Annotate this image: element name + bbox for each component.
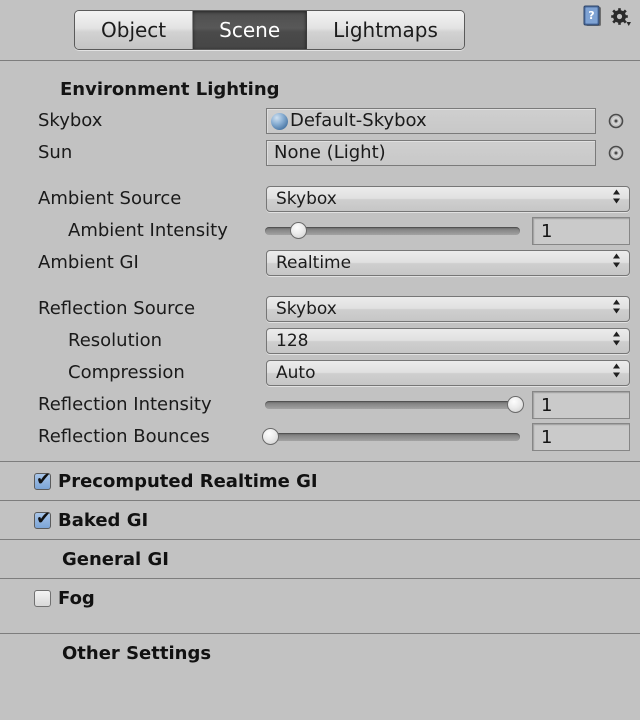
tab-object[interactable]: Object (75, 11, 194, 49)
chevron-updown-icon (612, 189, 621, 210)
ambient-intensity-value-field[interactable]: 1 (532, 217, 630, 245)
lighting-window-toolbar: Object Scene Lightmaps ? (0, 0, 640, 60)
ambient-intensity-value: 1 (541, 220, 553, 242)
resolution-dropdown[interactable]: 128 (266, 328, 630, 354)
spacer-after-fog (0, 617, 640, 633)
skybox-object-field[interactable]: Default-Skybox (266, 108, 596, 134)
precomputed-realtime-gi-label: Precomputed Realtime GI (58, 470, 318, 492)
row-reflection-intensity: Reflection Intensity 1 (0, 389, 640, 421)
help-book-icon[interactable]: ? (582, 5, 604, 33)
row-skybox: Skybox Default-Skybox (0, 105, 640, 137)
row-reflection-bounces: Reflection Bounces 1 (0, 421, 640, 453)
ambient-source-dropdown[interactable]: Skybox (266, 186, 630, 212)
other-settings-label: Other Settings (62, 642, 212, 664)
sun-value: None (Light) (274, 142, 386, 163)
ambient-source-value: Skybox (276, 189, 337, 209)
ambient-gi-dropdown[interactable]: Realtime (266, 250, 630, 276)
precomputed-realtime-gi-checkbox[interactable]: ✔ (34, 468, 52, 490)
spacer-top (0, 61, 640, 75)
compression-label: Compression (68, 362, 185, 383)
baked-gi-checkbox[interactable]: ✔ (34, 507, 52, 529)
ambient-source-label: Ambient Source (38, 188, 182, 209)
environment-lighting-panel: Environment Lighting Skybox Default-Skyb… (0, 61, 640, 461)
ambient-gi-value: Realtime (276, 253, 352, 273)
row-resolution: Resolution 128 (0, 325, 640, 357)
chevron-updown-icon (612, 299, 621, 320)
skybox-label: Skybox (38, 110, 103, 131)
sun-object-field[interactable]: None (Light) (266, 140, 596, 166)
spacer-after-sun (0, 169, 640, 183)
mode-tab-group[interactable]: Object Scene Lightmaps (74, 10, 465, 50)
material-sphere-icon (271, 112, 288, 130)
chevron-updown-icon (612, 253, 621, 274)
slider-thumb[interactable] (290, 222, 308, 239)
resolution-label: Resolution (68, 330, 163, 351)
environment-lighting-header[interactable]: Environment Lighting (0, 75, 640, 105)
reflection-source-value: Skybox (276, 299, 337, 319)
chevron-updown-icon (612, 363, 621, 384)
row-compression: Compression Auto (0, 357, 640, 389)
resolution-value: 128 (276, 331, 309, 351)
reflection-bounces-value: 1 (541, 426, 553, 448)
row-ambient-gi: Ambient GI Realtime (0, 247, 640, 279)
chevron-updown-icon (612, 331, 621, 352)
reflection-source-dropdown[interactable]: Skybox (266, 296, 630, 322)
spacer-before-sections (0, 453, 640, 461)
toolbar-icon-group: ? (582, 5, 632, 33)
gear-dropdown-icon[interactable] (610, 7, 632, 33)
reflection-bounces-slider[interactable] (262, 428, 520, 445)
reflection-intensity-value-field[interactable]: 1 (532, 391, 630, 419)
tab-scene[interactable]: Scene (193, 11, 308, 49)
reflection-intensity-value: 1 (541, 394, 553, 416)
compression-dropdown[interactable]: Auto (266, 360, 630, 386)
baked-gi-label: Baked GI (58, 509, 149, 531)
checkmark-icon: ✔ (36, 507, 52, 529)
general-gi-label: General GI (62, 548, 169, 570)
section-baked-gi[interactable]: ✔ Baked GI (0, 501, 640, 539)
sun-object-picker-icon[interactable] (608, 145, 624, 165)
reflection-bounces-value-field[interactable]: 1 (532, 423, 630, 451)
row-reflection-source: Reflection Source Skybox (0, 293, 640, 325)
ambient-gi-label: Ambient GI (38, 252, 139, 273)
section-precomputed-realtime-gi[interactable]: ✔ Precomputed Realtime GI (0, 462, 640, 500)
row-ambient-source: Ambient Source Skybox (0, 183, 640, 215)
section-other-settings[interactable]: Other Settings (0, 634, 640, 672)
ambient-intensity-slider[interactable] (265, 222, 520, 239)
ambient-intensity-label: Ambient Intensity (68, 220, 228, 241)
sun-label: Sun (38, 142, 73, 163)
section-fog[interactable]: Fog (0, 579, 640, 617)
slider-track[interactable] (265, 401, 520, 409)
reflection-intensity-label: Reflection Intensity (38, 394, 212, 415)
svg-text:?: ? (588, 9, 594, 22)
slider-thumb[interactable] (262, 428, 280, 445)
slider-track[interactable] (265, 433, 520, 441)
compression-value: Auto (276, 363, 316, 383)
section-general-gi[interactable]: General GI (0, 540, 640, 578)
tab-lightmaps[interactable]: Lightmaps (307, 11, 464, 49)
skybox-object-picker-icon[interactable] (608, 113, 624, 133)
reflection-source-label: Reflection Source (38, 298, 196, 319)
row-ambient-intensity: Ambient Intensity 1 (0, 215, 640, 247)
fog-checkbox[interactable] (34, 589, 51, 607)
skybox-value: Default-Skybox (290, 110, 427, 131)
reflection-intensity-slider[interactable] (265, 396, 524, 413)
spacer-after-ambient (0, 279, 640, 293)
slider-thumb[interactable] (506, 396, 524, 413)
row-sun: Sun None (Light) (0, 137, 640, 169)
checkmark-icon: ✔ (36, 468, 52, 490)
reflection-bounces-label: Reflection Bounces (38, 426, 210, 447)
fog-label: Fog (58, 587, 95, 609)
